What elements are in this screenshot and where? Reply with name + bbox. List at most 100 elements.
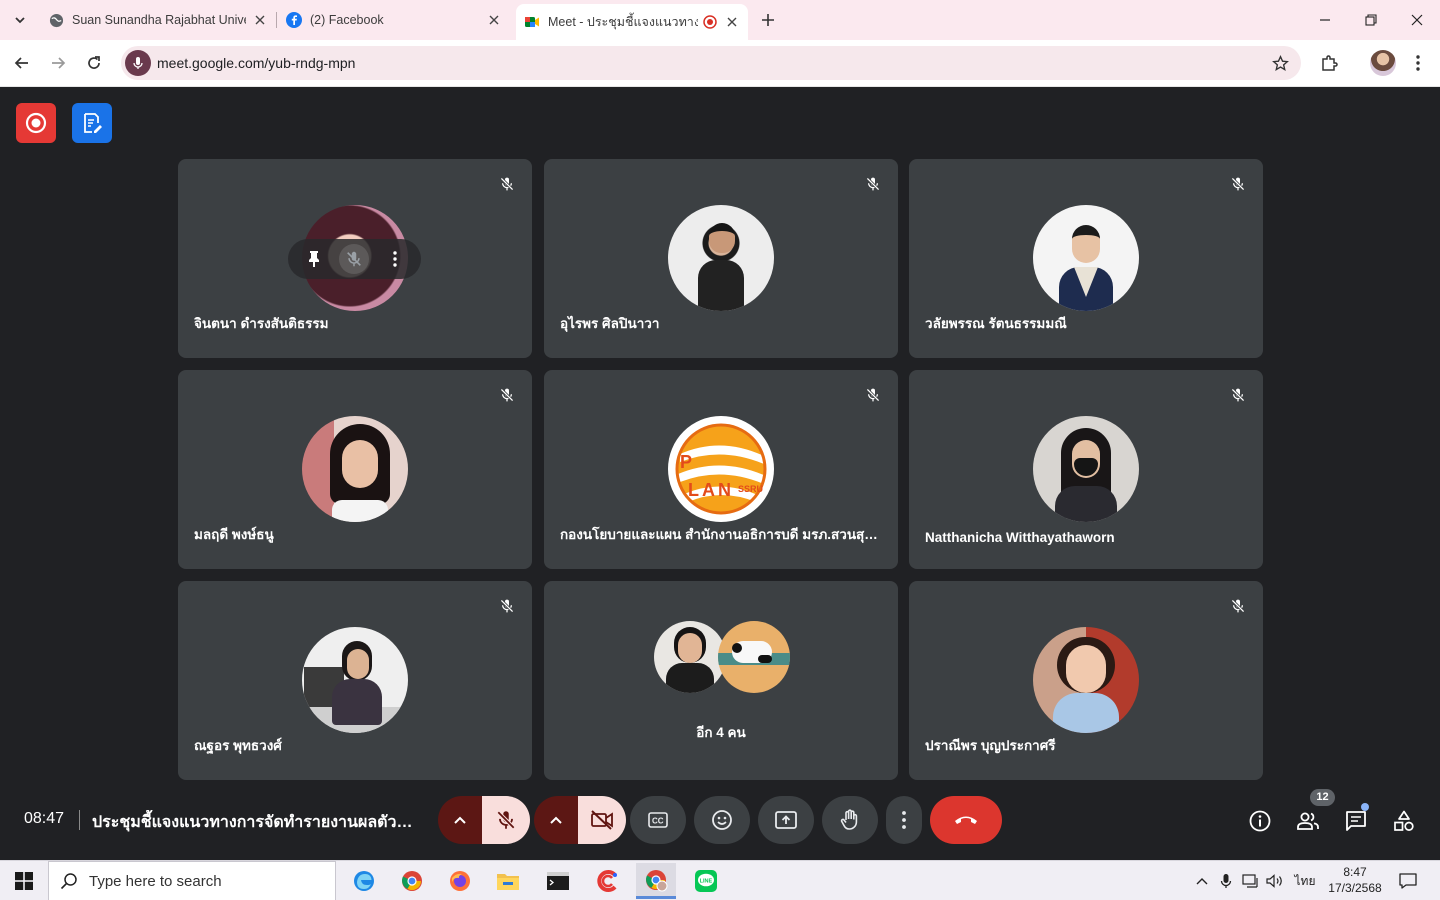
recording-indicator-icon: [702, 14, 718, 30]
chat-unread-dot: [1361, 803, 1369, 811]
raise-hand-button[interactable]: [822, 796, 878, 844]
audio-options-chevron-icon[interactable]: [438, 796, 482, 844]
closed-captions-icon: CC: [648, 812, 668, 828]
edge-browser-icon[interactable]: [344, 863, 384, 899]
facebook-icon: [286, 12, 302, 28]
input-language[interactable]: ไทย: [1290, 867, 1320, 895]
leave-call-button[interactable]: [930, 796, 1002, 844]
minimize-icon[interactable]: [1302, 0, 1348, 40]
restore-icon[interactable]: [1348, 0, 1394, 40]
close-icon[interactable]: [724, 14, 740, 30]
meeting-title: ประชุมชี้แจงแนวทางการจัดทำรายงานผลตัวชี้…: [92, 814, 418, 831]
video-options-chevron-icon[interactable]: [534, 796, 578, 844]
chat-icon: [1346, 811, 1366, 831]
tab-search-chevron-icon[interactable]: [8, 8, 32, 32]
chrome-profile-icon[interactable]: [636, 863, 676, 899]
record-icon: [25, 112, 47, 134]
svg-text:LINE: LINE: [700, 879, 713, 885]
participant-name: ณฐอร พุทธวงศ์: [194, 738, 282, 753]
avatar: [668, 205, 774, 311]
participant-name: กองนโยบายและแผน สำนักงานอธิการบดี มรภ.สว…: [560, 527, 882, 542]
back-arrow-icon[interactable]: [9, 50, 35, 76]
participant-tile[interactable]: ณฐอร พุทธวงศ์: [178, 581, 532, 780]
take-notes-button[interactable]: [72, 103, 112, 143]
video-control-group: [534, 796, 626, 844]
close-window-icon[interactable]: [1394, 0, 1440, 40]
mute-participant-icon[interactable]: [339, 244, 370, 274]
reload-icon[interactable]: [81, 50, 107, 76]
participant-tile[interactable]: อุไรพร ศิลปินาวา: [544, 159, 898, 358]
forward-arrow-icon[interactable]: [45, 50, 71, 76]
network-icon[interactable]: [1240, 867, 1262, 895]
browser-menu-icon[interactable]: [1405, 50, 1431, 76]
chrome-icon[interactable]: [392, 863, 432, 899]
participant-tile[interactable]: วลัยพรรณ รัตนธรรมมณี: [909, 159, 1263, 358]
mic-off-icon: [862, 384, 884, 406]
hang-up-icon: [955, 816, 977, 824]
show-hidden-icons-chevron-icon[interactable]: [1192, 867, 1212, 895]
people-icon: [1297, 812, 1319, 830]
new-tab-plus-icon[interactable]: [756, 8, 780, 32]
profile-avatar[interactable]: [1370, 50, 1396, 76]
camera-toggle-button[interactable]: [578, 796, 626, 844]
participant-tile[interactable]: P LAN SSRU กองนโยบายและแผน สำนักงานอธิกา…: [544, 370, 898, 569]
microphone-toggle-button[interactable]: [482, 796, 530, 844]
info-icon: [1249, 810, 1271, 832]
bookmark-star-icon[interactable]: [1271, 54, 1289, 72]
tab-suan-sunandha[interactable]: Suan Sunandha Rajabhat Unive: [40, 6, 276, 34]
close-icon[interactable]: [252, 12, 268, 28]
recording-button[interactable]: [16, 103, 56, 143]
send-reaction-button[interactable]: [694, 796, 750, 844]
present-screen-button[interactable]: [758, 796, 814, 844]
firefox-icon[interactable]: [440, 863, 480, 899]
people-button[interactable]: [1293, 806, 1323, 836]
volume-icon[interactable]: [1264, 867, 1286, 895]
mic-off-icon: [496, 384, 518, 406]
meeting-clock: 08:47: [24, 810, 65, 827]
meet-icon: [524, 14, 540, 30]
mic-off-icon: [496, 595, 518, 617]
tab-title: (2) Facebook: [310, 13, 384, 27]
browser-tab-strip: Suan Sunandha Rajabhat Unive (2) Faceboo…: [0, 0, 1440, 40]
terminal-window-icon[interactable]: [538, 863, 578, 899]
tab-meet[interactable]: Meet - ประชุมชี้แจงแนวทางการ: [516, 4, 748, 40]
logo-letter: P: [680, 452, 692, 472]
participant-name: อุไรพร ศิลปินาวา: [560, 316, 660, 331]
address-bar[interactable]: meet.google.com/yub-rndg-mpn: [121, 46, 1301, 80]
others-tile[interactable]: อีก 4 คน: [544, 581, 898, 780]
browser-toolbar: meet.google.com/yub-rndg-mpn: [0, 40, 1440, 87]
avatar: [1033, 627, 1139, 733]
file-explorer-icon[interactable]: [488, 863, 528, 899]
taskbar-clock[interactable]: 8:47 17/3/2568: [1322, 864, 1388, 896]
mic-off-icon: [496, 173, 518, 195]
participant-tile[interactable]: มลฤดี พงษ์ธนู: [178, 370, 532, 569]
extensions-puzzle-icon[interactable]: [1316, 50, 1342, 76]
microphone-in-use-icon[interactable]: [125, 50, 151, 76]
close-icon[interactable]: [486, 12, 502, 28]
participant-tile[interactable]: ปราณีพร บุญประกาศรี: [909, 581, 1263, 780]
meeting-details-button[interactable]: [1245, 806, 1275, 836]
more-options-icon[interactable]: [380, 244, 410, 274]
mic-off-icon: [1227, 173, 1249, 195]
microphone-tray-icon[interactable]: [1216, 867, 1236, 895]
windows-start-icon[interactable]: [0, 861, 48, 900]
avatar: [302, 416, 408, 522]
globe-icon: [48, 12, 64, 28]
notification-center-icon[interactable]: [1394, 867, 1422, 895]
line-app-icon[interactable]: LINE: [686, 863, 726, 899]
participant-tile[interactable]: Natthanicha Witthayathaworn: [909, 370, 1263, 569]
more-options-button[interactable]: [886, 796, 922, 844]
more-vertical-icon: [902, 811, 906, 829]
plan-ssru-logo-avatar: P LAN SSRU: [668, 416, 774, 522]
tab-facebook[interactable]: (2) Facebook: [278, 6, 510, 34]
ccleaner-icon[interactable]: [588, 863, 628, 899]
logo-word: LAN: [688, 480, 734, 500]
pin-icon[interactable]: [299, 244, 329, 274]
taskbar-search-box[interactable]: Type here to search: [48, 861, 336, 900]
activities-button[interactable]: [1389, 806, 1419, 836]
tile-hover-controls: [288, 239, 421, 279]
windows-taskbar: Type here to search LINE ไทย 8:47 17/3/2…: [0, 860, 1440, 900]
participant-tile[interactable]: จินตนา ดำรงสันติธรรม: [178, 159, 532, 358]
captions-button[interactable]: CC: [630, 796, 686, 844]
avatar: [1033, 205, 1139, 311]
